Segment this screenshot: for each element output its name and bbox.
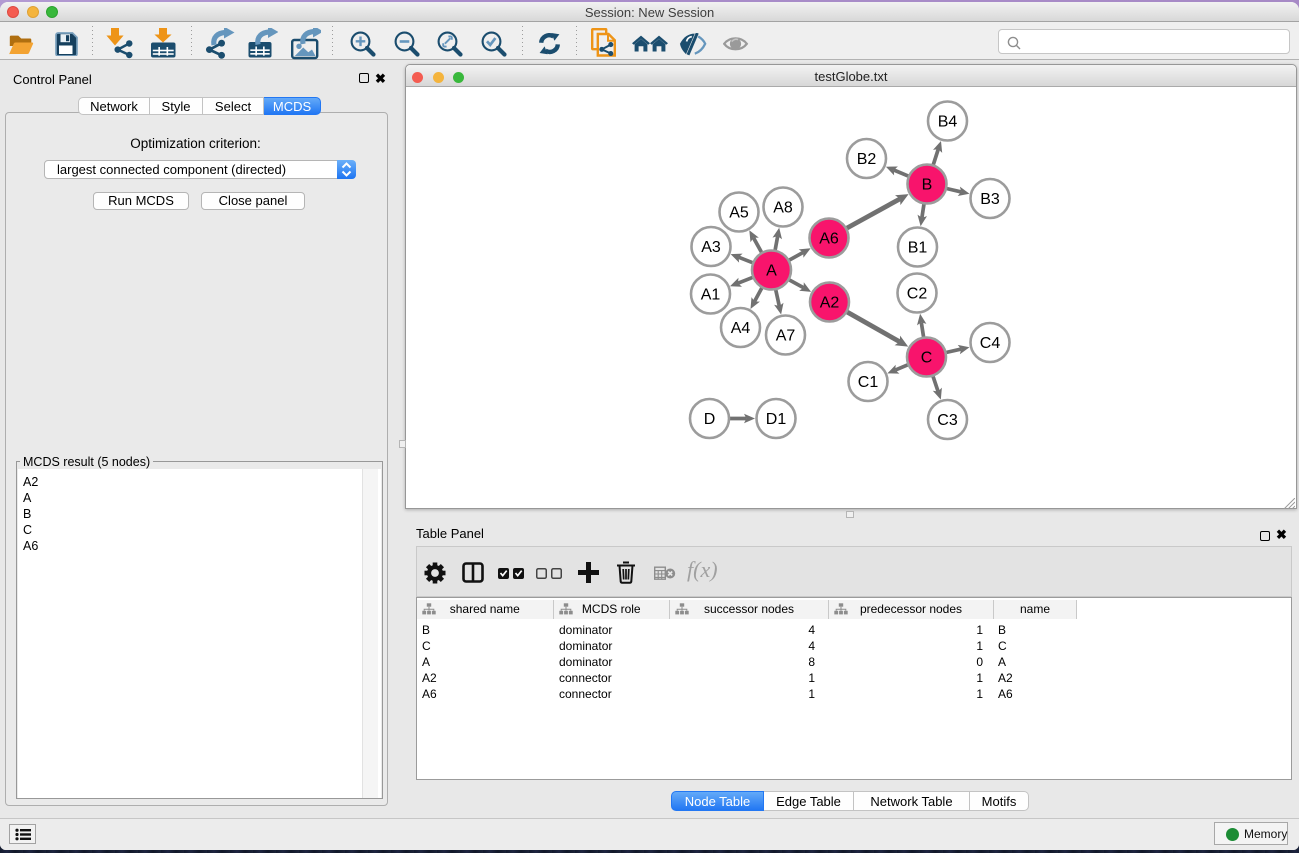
svg-text:A: A xyxy=(766,263,777,280)
svg-text:C: C xyxy=(921,350,933,367)
svg-text:C1: C1 xyxy=(858,374,879,391)
svg-text:B: B xyxy=(922,177,933,194)
svg-text:A5: A5 xyxy=(729,205,749,222)
svg-text:C3: C3 xyxy=(937,412,958,429)
svg-text:A8: A8 xyxy=(773,200,793,217)
svg-text:B3: B3 xyxy=(980,191,1000,208)
svg-text:C2: C2 xyxy=(907,286,928,303)
svg-text:C4: C4 xyxy=(980,335,1001,352)
svg-text:A7: A7 xyxy=(776,328,796,345)
svg-text:B1: B1 xyxy=(908,240,928,257)
svg-text:A2: A2 xyxy=(820,295,840,312)
svg-text:f(x): f(x) xyxy=(687,558,718,582)
svg-text:B4: B4 xyxy=(938,114,958,131)
svg-text:D: D xyxy=(704,411,716,428)
svg-text:A4: A4 xyxy=(731,320,751,337)
svg-text:A1: A1 xyxy=(701,287,721,304)
svg-text:D1: D1 xyxy=(766,411,787,428)
svg-text:A3: A3 xyxy=(701,239,721,256)
svg-text:B2: B2 xyxy=(857,151,877,168)
svg-text:A6: A6 xyxy=(819,231,839,248)
